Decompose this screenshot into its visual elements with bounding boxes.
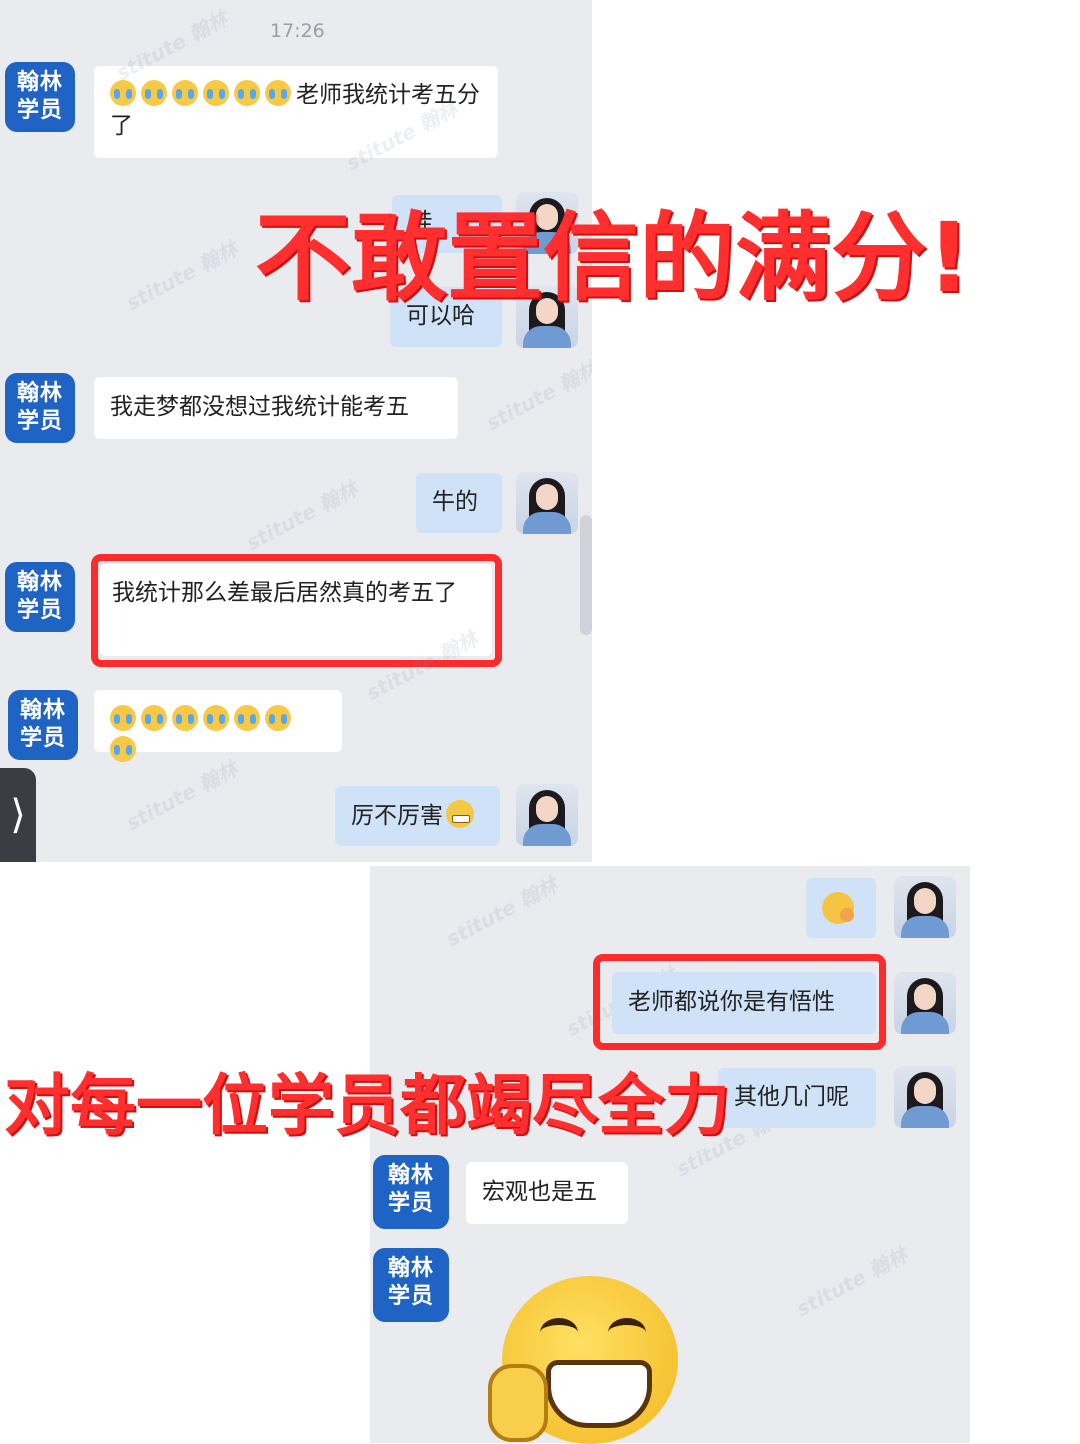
teacher-avatar[interactable] <box>894 972 956 1034</box>
watermark: stitute 翰林 <box>122 236 242 316</box>
message-bubble-incoming[interactable]: 我走梦都没想过我统计能考五 <box>94 377 458 439</box>
message-bubble-incoming[interactable]: 宏观也是五 <box>466 1162 628 1224</box>
crying-emoji-icon <box>172 80 198 106</box>
crying-emoji-icon <box>203 705 229 731</box>
chat-panel-top: 17:26 翰林 学员 老师我统计考五分了 哇 可以哈 翰林 学员 我走梦都没想… <box>0 0 592 862</box>
overlay-title-bottom: 对每一位学员都竭尽全力 <box>4 1067 730 1144</box>
crying-emoji-icon <box>265 80 291 106</box>
overlay-title-top: 不敢置信的满分! <box>255 202 971 314</box>
teacher-avatar[interactable] <box>516 784 578 846</box>
crying-emoji-icon <box>141 705 167 731</box>
background-blank <box>592 0 1080 866</box>
student-avatar[interactable]: 翰林 学员 <box>373 1155 449 1229</box>
teacher-avatar[interactable] <box>516 472 578 534</box>
grin-emoji-icon <box>446 800 474 828</box>
student-avatar[interactable]: 翰林 学员 <box>373 1248 449 1322</box>
message-bubble-incoming[interactable] <box>94 690 342 762</box>
watermark: stitute 翰林 <box>442 872 562 952</box>
laughing-sticker-icon[interactable] <box>488 1268 684 1444</box>
message-bubble-outgoing[interactable]: 牛的 <box>416 473 502 533</box>
student-avatar[interactable]: 翰林 学员 <box>5 62 75 132</box>
scrollbar[interactable] <box>580 515 592 635</box>
message-text: 其他几门呢 <box>734 1084 849 1110</box>
crying-emoji-icon <box>172 705 198 731</box>
crying-emoji-icon <box>265 705 291 731</box>
crying-emoji-icon <box>203 80 229 106</box>
student-avatar[interactable]: 翰林 学员 <box>5 373 75 443</box>
message-text: 宏观也是五 <box>482 1179 597 1205</box>
crying-emoji-icon <box>234 705 260 731</box>
watermark: stitute 翰林 <box>482 356 592 436</box>
message-timestamp: 17:26 <box>270 20 325 42</box>
student-avatar[interactable]: 翰林 学员 <box>5 562 75 632</box>
crying-emoji-icon <box>141 80 167 106</box>
student-avatar[interactable]: 翰林 学员 <box>8 690 78 760</box>
crying-emoji-icon <box>110 705 136 731</box>
message-bubble-outgoing[interactable]: 厉不厉害 <box>335 786 500 846</box>
message-text: 厉不厉害 <box>351 803 443 829</box>
message-text: 我走梦都没想过我统计能考五 <box>110 394 409 420</box>
shy-emoji-icon <box>822 892 854 924</box>
teacher-avatar[interactable] <box>894 876 956 938</box>
watermark: stitute 翰林 <box>792 1242 912 1322</box>
message-bubble-outgoing[interactable]: 其他几门呢 <box>718 1068 876 1128</box>
highlight-box <box>593 954 886 1050</box>
watermark: stitute 翰林 <box>242 476 362 556</box>
teacher-avatar[interactable] <box>894 1066 956 1128</box>
crying-emoji-icon <box>110 736 136 762</box>
crying-emoji-icon <box>234 80 260 106</box>
message-text: 牛的 <box>432 489 478 515</box>
expand-arrow-icon[interactable]: ⟩ <box>0 768 36 862</box>
